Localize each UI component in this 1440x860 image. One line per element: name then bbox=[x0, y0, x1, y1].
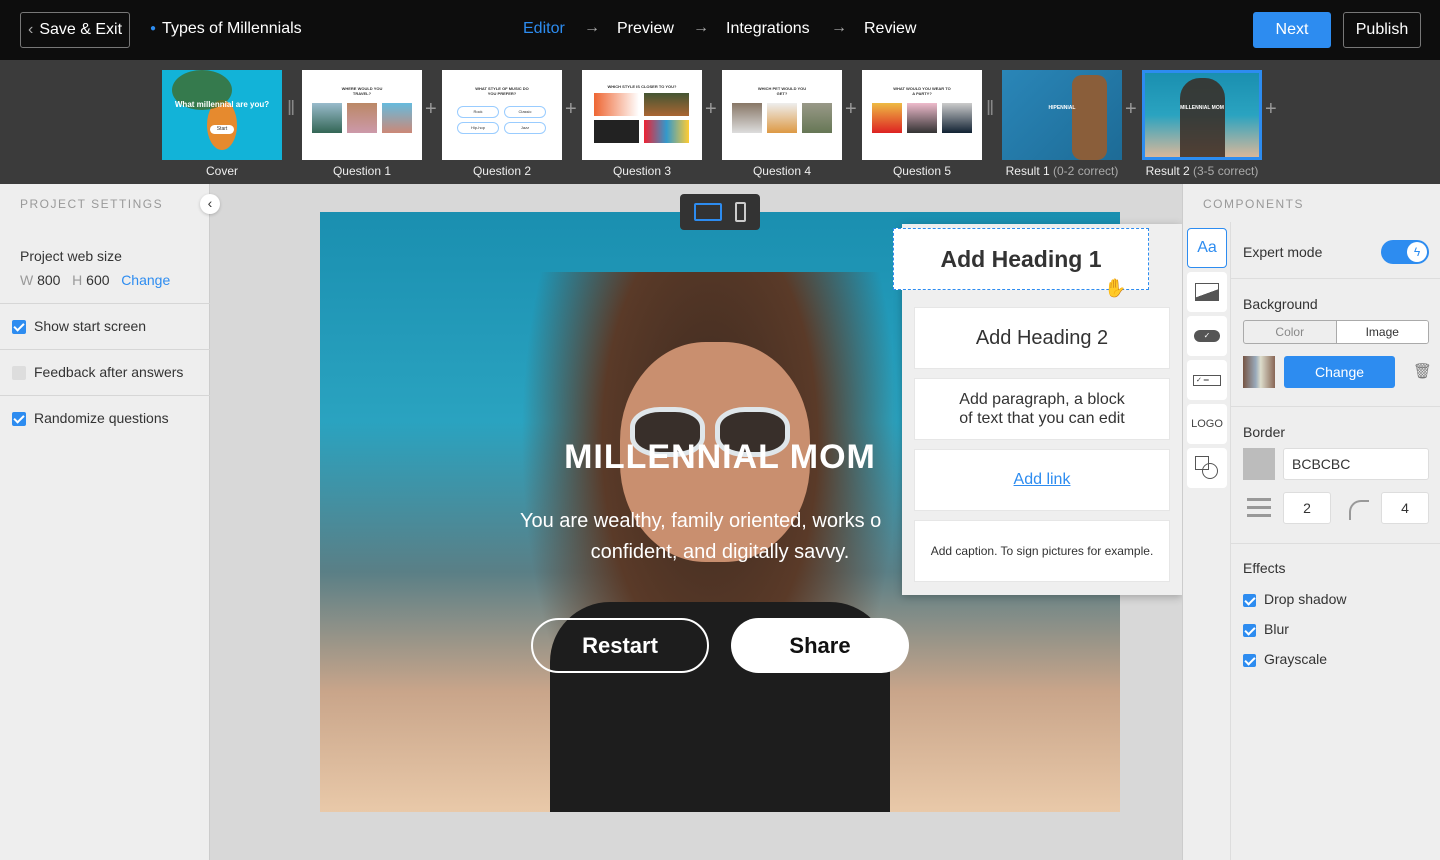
slide-label: Result 1 (0-2 correct) bbox=[1005, 164, 1119, 178]
background-label: Background bbox=[1243, 296, 1318, 312]
panel-header: COMPONENTS bbox=[1203, 197, 1305, 211]
blur-checkbox[interactable]: Blur bbox=[1243, 621, 1289, 637]
show-start-screen-checkbox[interactable]: Show start screen bbox=[0, 304, 210, 350]
slide-strip: What millennial are you? Start ‖ WHERE W… bbox=[0, 60, 1440, 184]
border-radius-icon bbox=[1349, 500, 1369, 520]
arrow-right-icon: → bbox=[831, 19, 847, 36]
shapes-icon[interactable] bbox=[1187, 448, 1227, 488]
panel-header: PROJECT SETTINGS bbox=[20, 197, 164, 211]
arrow-right-icon: → bbox=[584, 19, 600, 36]
mobile-icon[interactable] bbox=[735, 202, 746, 222]
add-caption[interactable]: Add caption. To sign pictures for exampl… bbox=[914, 520, 1170, 582]
desktop-icon[interactable] bbox=[694, 203, 722, 221]
slide-thumb-question-3[interactable]: WHICH STYLE IS CLOSER TO YOU? bbox=[582, 70, 702, 160]
slide-thumb-question-1[interactable]: WHERE WOULD YOU TRAVEL? bbox=[302, 70, 422, 160]
form-icon[interactable]: ✓ ═ bbox=[1187, 360, 1227, 400]
collapse-panel-button[interactable]: ‹ bbox=[200, 194, 220, 214]
add-paragraph[interactable]: Add paragraph, a block of text that you c… bbox=[914, 378, 1170, 440]
add-slide-icon[interactable]: + bbox=[845, 98, 857, 121]
step-review[interactable]: Review bbox=[864, 20, 916, 38]
border-radius-input[interactable]: 4 bbox=[1381, 492, 1429, 524]
share-button[interactable]: Share bbox=[731, 618, 909, 673]
slide-label: Cover bbox=[205, 164, 238, 178]
grayscale-checkbox[interactable]: Grayscale bbox=[1243, 651, 1327, 667]
border-color-swatch[interactable] bbox=[1243, 448, 1275, 480]
restart-button[interactable]: Restart bbox=[531, 618, 709, 673]
border-color-input[interactable]: BCBCBC bbox=[1283, 448, 1429, 480]
slide-thumb-result-1[interactable]: HIPENNIAL bbox=[1002, 70, 1122, 160]
divider-handle[interactable]: ‖ bbox=[287, 98, 295, 121]
button-icon[interactable]: ✓ bbox=[1187, 316, 1227, 356]
grab-cursor-icon: ✋ bbox=[1104, 278, 1127, 298]
slide-label: Question 3 bbox=[612, 164, 672, 178]
trash-icon[interactable]: 🗑 bbox=[1413, 362, 1432, 380]
slide-thumb-question-2[interactable]: WHAT STYLE OF MUSIC DO YOU PREFER? Rock … bbox=[442, 70, 562, 160]
web-size-section: Project web size W 800 H 600 Change bbox=[0, 222, 210, 304]
slide-label: Question 4 bbox=[752, 164, 812, 178]
expert-mode-toggle[interactable]: ϟ bbox=[1381, 240, 1429, 264]
slide-label: Question 2 bbox=[472, 164, 532, 178]
randomize-questions-checkbox[interactable]: Randomize questions bbox=[0, 396, 210, 442]
add-slide-icon[interactable]: + bbox=[1125, 98, 1137, 121]
add-heading-2[interactable]: Add Heading 2 bbox=[914, 307, 1170, 369]
publish-button[interactable]: Publish bbox=[1343, 12, 1421, 48]
background-type-tabs: Color Image bbox=[1243, 320, 1429, 344]
expert-mode-label: Expert mode bbox=[1243, 244, 1323, 260]
border-width-input[interactable]: 2 bbox=[1283, 492, 1331, 524]
step-preview[interactable]: Preview bbox=[617, 20, 674, 38]
background-image-thumbnail bbox=[1243, 356, 1275, 388]
border-width-icon bbox=[1247, 498, 1271, 520]
component-type-bar: Aa ✓ ✓ ═ LOGO bbox=[1183, 222, 1231, 860]
next-button[interactable]: Next bbox=[1253, 12, 1331, 48]
border-label: Border bbox=[1243, 424, 1286, 440]
text-components-popup: Add Heading 1 ✋ Add Heading 2 Add paragr… bbox=[893, 224, 1182, 595]
slide-thumb-question-5[interactable]: WHAT WOULD YOU WEAR TO A PARTY? bbox=[862, 70, 982, 160]
add-link[interactable]: Add link bbox=[914, 449, 1170, 511]
drop-shadow-checkbox[interactable]: Drop shadow bbox=[1243, 591, 1347, 607]
step-integrations[interactable]: Integrations bbox=[726, 20, 810, 38]
top-bar: ‹ Save & Exit ● Types of Millennials Edito… bbox=[0, 0, 1440, 60]
logo-icon[interactable]: LOGO bbox=[1187, 404, 1227, 444]
slide-thumb-cover[interactable]: What millennial are you? Start bbox=[162, 70, 282, 160]
tab-color[interactable]: Color bbox=[1244, 321, 1337, 343]
effects-label: Effects bbox=[1243, 560, 1286, 576]
components-panel: COMPONENTS Aa ✓ ✓ ═ LOGO Expert mode ϟ B… bbox=[1182, 184, 1440, 860]
save-exit-button[interactable]: ‹ Save & Exit bbox=[20, 12, 130, 48]
text-icon[interactable]: Aa bbox=[1187, 228, 1227, 268]
height-value: 600 bbox=[86, 272, 110, 288]
image-icon[interactable] bbox=[1187, 272, 1227, 312]
step-editor[interactable]: Editor bbox=[523, 20, 565, 38]
slide-thumb-question-4[interactable]: WHICH PET WOULD YOU GET? bbox=[722, 70, 842, 160]
slide-label: Result 2 (3-5 correct) bbox=[1145, 164, 1259, 178]
add-slide-icon[interactable]: + bbox=[565, 98, 577, 121]
width-value: 800 bbox=[37, 272, 61, 288]
change-size-link[interactable]: Change bbox=[121, 272, 170, 288]
slide-thumb-result-2[interactable]: MILLENNIAL MOM bbox=[1142, 70, 1262, 160]
lightning-icon: ϟ bbox=[1407, 242, 1427, 262]
add-slide-icon[interactable]: + bbox=[705, 98, 717, 121]
device-toggle bbox=[680, 194, 760, 230]
project-settings-panel: PROJECT SETTINGS ‹ Project web size W 80… bbox=[0, 184, 220, 860]
add-slide-icon[interactable]: + bbox=[425, 98, 437, 121]
slide-label: Question 5 bbox=[892, 164, 952, 178]
add-slide-icon[interactable]: + bbox=[1265, 98, 1277, 121]
arrow-right-icon: → bbox=[693, 19, 709, 36]
slide-label: Question 1 bbox=[332, 164, 392, 178]
chevron-left-icon: ‹ bbox=[27, 21, 34, 38]
feedback-after-answers-checkbox[interactable]: Feedback after answers bbox=[0, 350, 210, 396]
change-background-button[interactable]: Change bbox=[1284, 356, 1395, 388]
tab-image[interactable]: Image bbox=[1336, 321, 1428, 343]
divider-handle[interactable]: ‖ bbox=[986, 98, 994, 121]
project-title: ● Types of Millennials bbox=[150, 20, 302, 37]
